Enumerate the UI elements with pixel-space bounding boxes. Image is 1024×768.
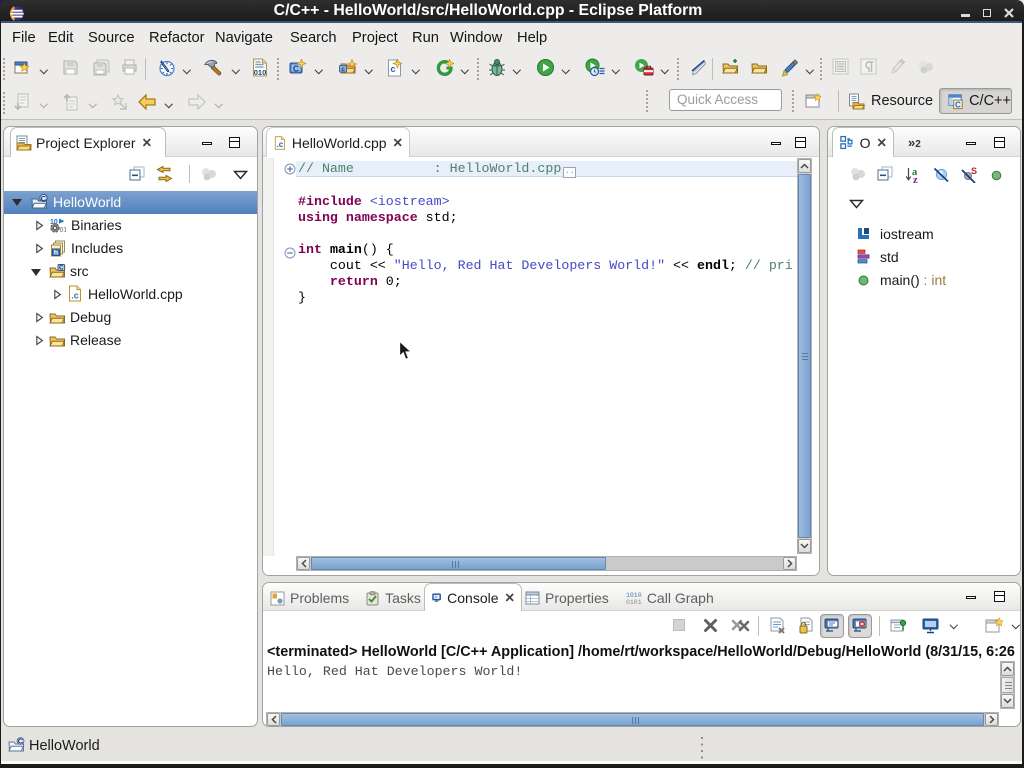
svg-text:S: S	[971, 166, 977, 176]
svg-text:C: C	[293, 64, 299, 74]
svg-text:C: C	[18, 737, 24, 746]
svg-text:C: C	[955, 100, 961, 109]
svg-text:1010: 1010	[626, 592, 642, 599]
svg-text:01: 01	[60, 227, 67, 234]
svg-text:0101: 0101	[626, 599, 642, 605]
svg-text:.c: .c	[71, 291, 79, 301]
svg-text:h: h	[54, 250, 58, 257]
svg-text:c: c	[341, 66, 345, 73]
svg-text:C: C	[41, 194, 47, 203]
svg-text:.c: .c	[277, 140, 284, 149]
svg-text:C: C	[59, 265, 64, 272]
svg-text:z: z	[913, 175, 918, 183]
svg-text:c: c	[390, 64, 395, 74]
svg-text:010: 010	[254, 68, 267, 77]
